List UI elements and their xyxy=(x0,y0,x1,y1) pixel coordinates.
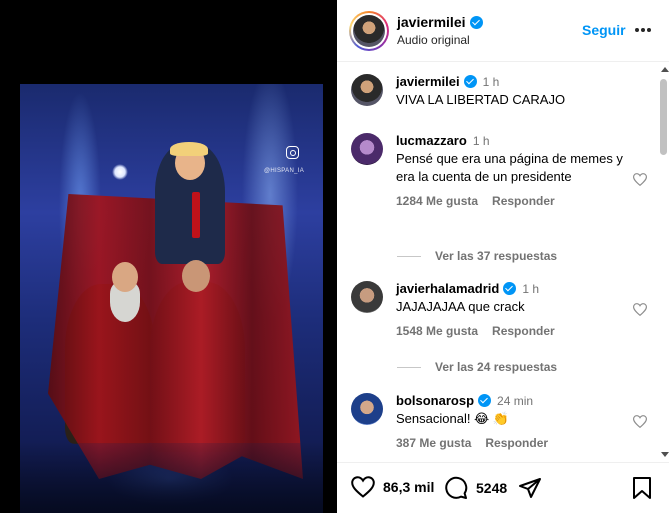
like-comment-heart-icon[interactable] xyxy=(633,415,647,428)
caption-username[interactable]: javiermilei xyxy=(396,74,460,89)
scrollbar-thumb[interactable] xyxy=(660,79,667,155)
comment-likes[interactable]: 1548 Me gusta xyxy=(396,324,478,338)
comment-time[interactable]: 24 min xyxy=(497,394,533,408)
caption-time[interactable]: 1 h xyxy=(483,75,500,89)
caption-avatar[interactable] xyxy=(351,74,383,106)
comment-text: Sensacional! 😂 👏 xyxy=(396,411,510,426)
stage-floor xyxy=(20,443,323,513)
send-paper-plane-icon[interactable] xyxy=(518,476,542,500)
comment-text: JAJAJAJAA que crack xyxy=(396,299,525,314)
watermark-handle: @HISPAN_IA xyxy=(264,168,304,174)
reply-button[interactable]: Responder xyxy=(492,324,555,338)
heart-icon[interactable] xyxy=(351,476,375,498)
author-avatar[interactable] xyxy=(349,11,389,51)
instagram-watermark-icon xyxy=(286,146,299,159)
author-username-text[interactable]: javiermilei xyxy=(397,14,466,30)
like-comment-heart-icon[interactable] xyxy=(633,173,647,186)
comments-scrollbar[interactable] xyxy=(659,63,669,459)
like-action[interactable]: 86,3 mil xyxy=(351,476,434,498)
comment-avatar[interactable] xyxy=(351,133,383,165)
post-side-panel: javiermilei Audio original Seguir javier… xyxy=(337,0,669,513)
scroll-up-arrow-icon[interactable] xyxy=(661,67,669,72)
likes-count[interactable]: 86,3 mil xyxy=(383,479,434,495)
like-comment-heart-icon[interactable] xyxy=(633,303,647,316)
reply-button[interactable]: Responder xyxy=(492,194,555,208)
view-replies-text[interactable]: Ver las 24 respuestas xyxy=(435,360,557,374)
more-options-icon[interactable] xyxy=(633,20,653,40)
comment-username[interactable]: bolsonarosp xyxy=(396,393,474,408)
seated-figure-right-head xyxy=(182,260,210,292)
author-username[interactable]: javiermilei xyxy=(397,14,483,30)
comment-likes[interactable]: 1284 Me gusta xyxy=(396,194,478,208)
caption-text: VIVA LA LIBERTAD CARAJO xyxy=(396,92,566,107)
stage-spotlight xyxy=(112,164,128,180)
comment-text: Pensé que era una página de memes y era … xyxy=(396,151,623,184)
reply-button[interactable]: Responder xyxy=(485,436,548,450)
red-tie xyxy=(192,192,200,238)
verified-badge-icon xyxy=(469,15,483,29)
standing-figure-hair xyxy=(170,142,208,156)
verified-badge-icon xyxy=(503,282,517,295)
comments-list: javiermilei 1 h VIVA LA LIBERTAD CARAJO … xyxy=(337,63,659,459)
audio-label[interactable]: Audio original xyxy=(397,33,470,47)
comment-time[interactable]: 1 h xyxy=(522,282,539,296)
scroll-down-arrow-icon[interactable] xyxy=(661,452,669,457)
view-replies-text[interactable]: Ver las 37 respuestas xyxy=(435,249,557,263)
comment-username[interactable]: lucmazzaro xyxy=(396,133,467,148)
comment-username[interactable]: javierhalamadrid xyxy=(396,281,499,296)
comment-time[interactable]: 1 h xyxy=(473,134,490,148)
save-action[interactable] xyxy=(632,476,652,500)
post-video[interactable]: @HISPAN_IA xyxy=(20,84,323,513)
view-replies-link[interactable]: Ver las 37 respuestas xyxy=(397,249,557,263)
share-action[interactable] xyxy=(518,476,542,500)
media-pane: @HISPAN_IA xyxy=(0,0,337,513)
view-replies-link[interactable]: Ver las 24 respuestas xyxy=(397,360,557,374)
comment-likes[interactable]: 387 Me gusta xyxy=(396,436,471,450)
comments-count[interactable]: 5248 xyxy=(476,480,507,496)
post-actions-bar: 86,3 mil 5248 xyxy=(337,462,669,513)
comment-avatar[interactable] xyxy=(351,393,383,425)
verified-badge-icon xyxy=(463,75,477,88)
comment-action[interactable]: 5248 xyxy=(444,476,507,500)
verified-badge-icon xyxy=(478,394,492,407)
seated-figure-left-head xyxy=(112,262,138,292)
post-header: javiermilei Audio original Seguir xyxy=(337,0,669,62)
bookmark-icon[interactable] xyxy=(632,476,652,500)
comment-bubble-icon[interactable] xyxy=(444,476,468,500)
comment-avatar[interactable] xyxy=(351,281,383,313)
follow-button[interactable]: Seguir xyxy=(582,22,626,38)
